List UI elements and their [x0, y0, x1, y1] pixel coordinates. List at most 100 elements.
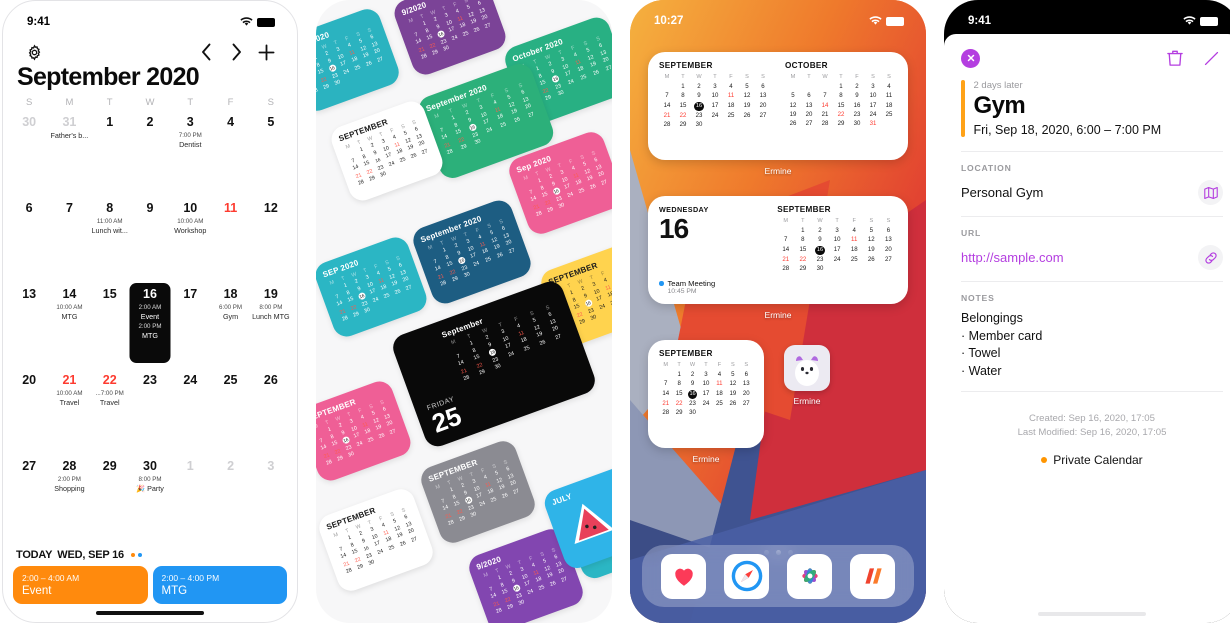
day-event[interactable]: 2:00 PM Shopping: [49, 476, 89, 493]
day-cell[interactable]: 10 10:00 AM Workshop: [170, 197, 210, 283]
day-cell[interactable]: 30 8:00 PM 🎉 Party: [130, 455, 170, 541]
event-dot: [659, 281, 664, 286]
day-event[interactable]: 10:00 AM Travel: [49, 390, 89, 407]
day-cell-selected[interactable]: 16 2:00 AM Event 2:00 PM MTG: [129, 283, 171, 369]
day-cell[interactable]: 4: [210, 111, 250, 197]
trash-icon[interactable]: [1163, 46, 1187, 70]
day-cell[interactable]: 24: [170, 369, 210, 455]
day-cell[interactable]: 17: [170, 283, 210, 369]
link-icon[interactable]: [1198, 245, 1223, 270]
day-event[interactable]: Father's b...: [49, 131, 89, 141]
day-cell[interactable]: 20: [9, 369, 49, 455]
slashes-icon[interactable]: [850, 553, 895, 599]
mini-dow: M: [783, 218, 789, 224]
day-cell[interactable]: 5: [251, 111, 291, 197]
collage-widget-card[interactable]: SEP 2020 MTWTFSS123456789101112131415161…: [316, 233, 431, 341]
day-cell[interactable]: 26: [251, 369, 291, 455]
today-chip[interactable]: 2:00 – 4:00 AM Event: [13, 566, 148, 604]
day-event[interactable]: 10:00 AM MTG: [49, 304, 89, 321]
url-value[interactable]: http://sample.com: [961, 250, 1198, 265]
mini-dow: T: [801, 218, 805, 224]
status-bar: 9:41: [944, 0, 1230, 34]
day-cell[interactable]: 13: [9, 283, 49, 369]
mini-dow: S: [887, 74, 891, 80]
mini-day: 2: [690, 371, 695, 379]
week-row: 20 21 10:00 AM Travel 22 ...7:00 PM Travel 23 24…: [9, 369, 291, 455]
health-icon[interactable]: [661, 553, 706, 599]
widget-day-month[interactable]: WEDNESDAY 16 Team Meeting 10:45 PM SEPTE…: [648, 196, 908, 304]
mini-day: 18: [850, 245, 858, 253]
widget-small-month[interactable]: SEPTEMBER M T W T F S S 1 2 3 4 5 6 7 8 9 10 11 12 13 14 15 16…: [648, 340, 764, 448]
day-cell[interactable]: 3: [251, 455, 291, 541]
app-label: Ermine: [793, 396, 821, 406]
day-cell[interactable]: 30: [9, 111, 49, 197]
day-cell[interactable]: 19 8:00 PM Lunch MTG: [251, 283, 291, 369]
day-cell[interactable]: 15: [90, 283, 130, 369]
day-cell[interactable]: 2: [210, 455, 250, 541]
mini-day: 13: [742, 380, 750, 388]
collage-widget-card[interactable]: SEPTEMBER MTWTFSS12345678910111213141516…: [316, 377, 415, 485]
day-event[interactable]: 10:00 AM Workshop: [170, 218, 210, 235]
today-chip[interactable]: 2:00 – 4:00 PM MTG: [152, 566, 287, 604]
mini-day: 12: [729, 380, 737, 388]
day-cell[interactable]: 3 7:00 PM Dentist: [170, 111, 210, 197]
day-event[interactable]: 11:00 AM Lunch wit...: [90, 218, 130, 235]
collage-widget-card[interactable]: September 2020 M T W T F S S 1 2 3 4 5 6 7 8 9 10 11 12 13 1…: [409, 196, 535, 308]
day-cell[interactable]: 23: [130, 369, 170, 455]
day-cell[interactable]: 29: [90, 455, 130, 541]
close-icon[interactable]: [961, 48, 980, 68]
day-cell[interactable]: 18 6:00 PM Gym: [210, 283, 250, 369]
mini-dow: S: [730, 362, 735, 368]
photos-icon[interactable]: [787, 553, 832, 599]
day-cell[interactable]: 8 11:00 AM Lunch wit...: [90, 197, 130, 283]
day-cell[interactable]: 1: [90, 111, 130, 197]
collage-widget-card[interactable]: SEPTEMBER MTWTFSS12345678910111213141516…: [316, 485, 437, 595]
mini-day: 27: [805, 120, 813, 128]
day-cell[interactable]: 22 ...7:00 PM Travel: [90, 369, 130, 455]
day-cell[interactable]: 6: [9, 197, 49, 283]
day-cell[interactable]: 14 10:00 AM MTG: [49, 283, 89, 369]
safari-icon[interactable]: [724, 553, 769, 599]
day-event[interactable]: 7:00 PM Dentist: [170, 132, 210, 149]
day-event[interactable]: 2:00 PM MTG: [129, 323, 170, 340]
weekday-label: S: [267, 97, 275, 108]
ermine-app-icon[interactable]: [784, 345, 830, 391]
note-line: Belongings: [961, 311, 1023, 325]
event-accent-bar: [961, 80, 965, 137]
day-cell[interactable]: 1: [170, 455, 210, 541]
day-cell[interactable]: 2: [130, 111, 170, 197]
status-time: 9:41: [27, 16, 51, 28]
day-cell[interactable]: 9: [130, 197, 170, 283]
widget-dual-month[interactable]: SEPTEMBER M T W T F S S 1 2 3 4 5 6 7 8 9 10 11 12 13 14 15 16…: [648, 52, 908, 160]
notes-label: NOTES: [961, 293, 995, 303]
mini-dow: T: [677, 362, 681, 368]
home-indicator[interactable]: [1038, 611, 1146, 616]
chevron-right-icon[interactable]: [221, 37, 251, 67]
map-icon[interactable]: [1198, 180, 1223, 205]
day-cell[interactable]: 27: [9, 455, 49, 541]
mini-day-today: 16: [691, 101, 707, 112]
day-event[interactable]: ...7:00 PM Travel: [90, 390, 130, 407]
mini-day: 11: [851, 236, 858, 244]
collage-widget-card[interactable]: OCT 2020 MTWTFSS123456789101112131415161…: [316, 5, 403, 115]
pencil-icon[interactable]: [1199, 46, 1223, 70]
day-cell[interactable]: 7: [49, 197, 89, 283]
home-indicator[interactable]: [96, 610, 204, 615]
day-event[interactable]: 8:00 PM Lunch MTG: [251, 304, 291, 321]
day-cell[interactable]: 11: [210, 197, 250, 283]
plus-icon[interactable]: [251, 37, 281, 67]
day-cell[interactable]: 21 10:00 AM Travel: [49, 369, 89, 455]
day-cell[interactable]: 28 2:00 PM Shopping: [49, 455, 89, 541]
day-event[interactable]: 2:00 AM Event: [129, 304, 170, 321]
mini-dow: S: [744, 362, 749, 368]
day-event[interactable]: 6:00 PM Gym: [210, 304, 250, 321]
collage-widget-card[interactable]: SEPTEMBER MTWTFSS12345678910111213141516…: [417, 437, 539, 547]
day-cell[interactable]: 25: [210, 369, 250, 455]
day-cell[interactable]: 12: [251, 197, 291, 283]
widget-month-grid: M T W T F S S 1 2 3 4 5 6 7 8 9 10 11 12 13 14 15 16 17 18 19 20 21…: [777, 217, 897, 274]
phone-month-calendar: 9:41 September 2020 SMTWTFS 30 31 Father': [2, 0, 298, 623]
day-cell[interactable]: 31 Father's b...: [49, 111, 89, 197]
day-event[interactable]: 8:00 PM 🎉 Party: [130, 476, 170, 493]
collage-widget-card[interactable]: 9/2020 MTWTFSS12345678910111213141516171…: [390, 0, 510, 79]
notes-section: NOTES Belongings · Member card · Towel · Wa…: [961, 282, 1223, 391]
